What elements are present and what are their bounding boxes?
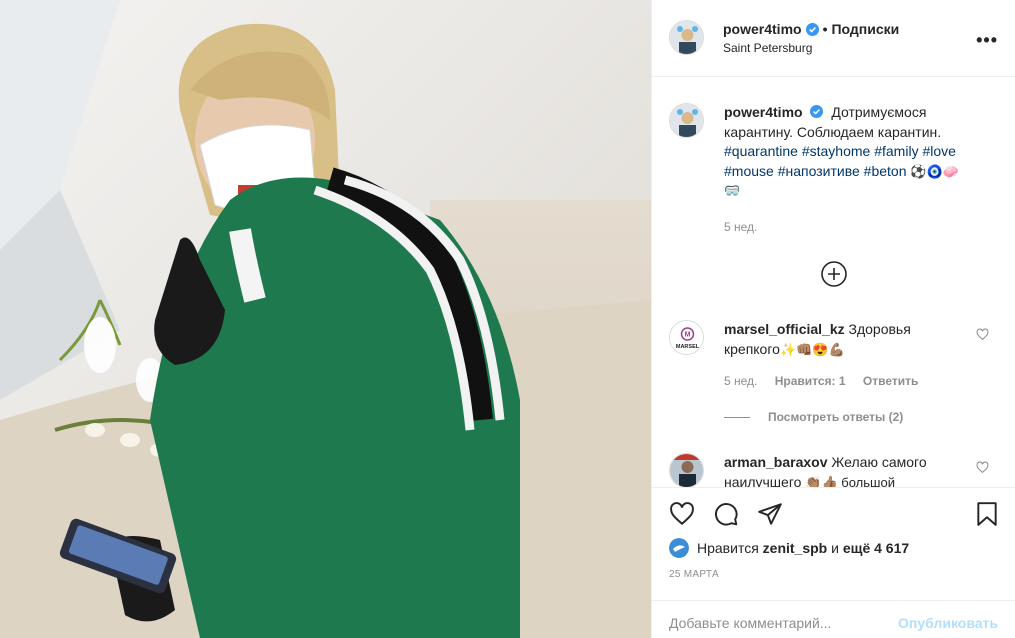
add-comment-bar: Добавьте комментарий... Опубликовать [652, 600, 1015, 638]
avatar-image: M MARSEL [670, 321, 703, 354]
comment-like-icon[interactable] [976, 461, 989, 474]
likes-summary: Нравится zenit_spb и ещё 4 617 [669, 538, 909, 558]
likes-prefix: Нравится [697, 540, 759, 556]
caption-avatar[interactable] [669, 103, 704, 138]
comment-emojis: ✨👊🏽😍💪🏽 [779, 341, 845, 357]
comment-icon[interactable] [713, 501, 739, 527]
post-photo[interactable] [0, 0, 651, 638]
caption-age: 5 нед. [724, 220, 758, 234]
post-image [0, 0, 651, 638]
svg-text:M: M [685, 332, 691, 339]
post-date[interactable]: 25 МАРТА [669, 569, 719, 580]
comment-likes[interactable]: Нравится: 1 [775, 374, 846, 388]
verified-icon [805, 22, 819, 36]
author-line: power4timo • Подписки [723, 21, 899, 37]
hashtag[interactable]: #love [922, 143, 955, 159]
replies-divider [724, 416, 750, 418]
commenter-avatar[interactable] [669, 453, 704, 487]
likes-count-button[interactable]: ещё 4 617 [843, 540, 909, 556]
comment-emojis: 👏🏽👍🏽 большой [805, 474, 895, 488]
commenter-avatar[interactable]: M MARSEL [669, 320, 704, 355]
post-panel: power4timo • Подписки Saint Petersburg •… [651, 0, 1015, 638]
avatar-image [670, 104, 703, 137]
caption-body: power4timo Дотримуємося карантину. Соблю… [724, 103, 974, 201]
comment-body: arman_baraxov Желаю самого наилучшего 👏🏽… [724, 453, 974, 487]
share-icon[interactable] [757, 501, 783, 527]
avatar-label: MARSEL [676, 344, 700, 350]
follow-button[interactable]: Подписки [831, 21, 899, 37]
view-replies-button[interactable]: Посмотреть ответы (2) [724, 410, 903, 424]
hashtag[interactable]: #quarantine [724, 143, 798, 159]
comment-body: marsel_official_kz Здоровья крепкого✨👊🏽😍… [724, 320, 974, 359]
more-options-icon[interactable]: ••• [976, 30, 998, 51]
hashtag[interactable]: #stayhome [802, 143, 870, 159]
comment-like-icon[interactable] [976, 328, 989, 341]
comment-age: 5 нед. [724, 374, 758, 388]
publish-button[interactable]: Опубликовать [898, 615, 998, 631]
caption-username[interactable]: power4timo [724, 104, 803, 120]
view-replies-label: Посмотреть ответы (2) [768, 410, 904, 424]
post-actions: Нравится zenit_spb и ещё 4 617 25 МАРТА [652, 487, 1015, 592]
post-location[interactable]: Saint Petersburg [723, 41, 812, 55]
avatar-image [669, 538, 689, 558]
separator-dot: • [822, 21, 828, 37]
comment-username[interactable]: arman_baraxov [724, 454, 828, 470]
save-icon[interactable] [974, 501, 1000, 527]
liker-username[interactable]: zenit_spb [763, 540, 828, 556]
hashtag[interactable]: #напозитиве [778, 163, 860, 179]
author-avatar[interactable] [669, 20, 704, 55]
comments-list[interactable]: power4timo Дотримуємося карантину. Соблю… [652, 77, 1015, 487]
hashtag[interactable]: #mouse [724, 163, 774, 179]
hashtag[interactable]: #beton [864, 163, 907, 179]
hashtag[interactable]: #family [874, 143, 918, 159]
load-more-comments-icon[interactable] [820, 260, 848, 288]
likes-middle: и [831, 540, 839, 556]
liker-avatar[interactable] [669, 538, 689, 558]
like-icon[interactable] [669, 501, 695, 527]
comment-username[interactable]: marsel_official_kz [724, 321, 845, 337]
verified-icon [810, 105, 824, 118]
comment-input[interactable]: Добавьте комментарий... [669, 615, 831, 631]
author-username[interactable]: power4timo [723, 21, 802, 37]
comment-meta: 5 нед. Нравится: 1 Ответить [724, 374, 918, 388]
avatar-image [670, 454, 703, 487]
post-header: power4timo • Подписки Saint Petersburg •… [652, 0, 1015, 77]
reply-button[interactable]: Ответить [863, 374, 918, 388]
avatar-image [670, 21, 703, 54]
